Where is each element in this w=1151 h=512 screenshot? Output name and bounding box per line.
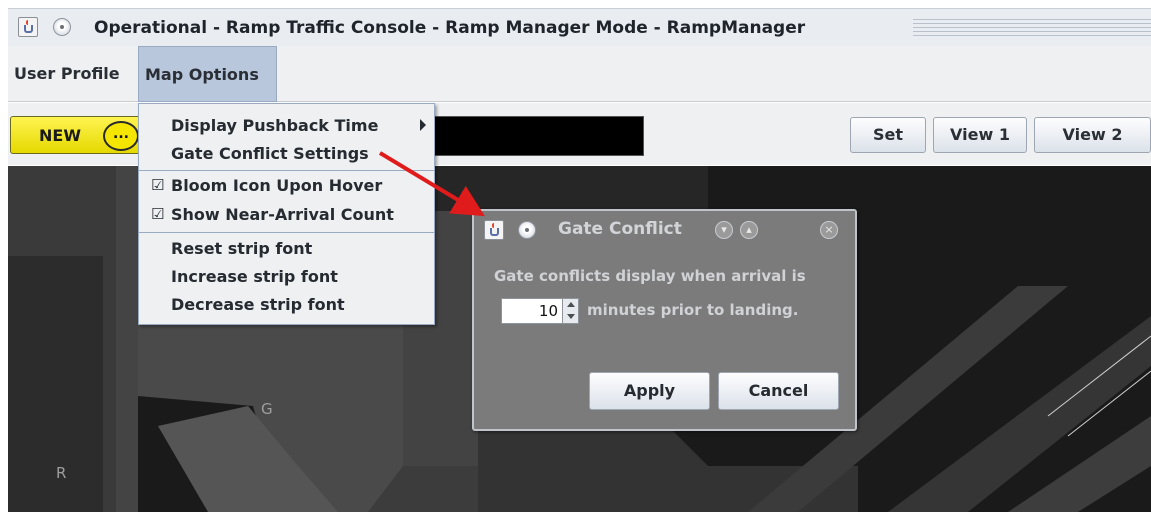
menu-separator (139, 232, 434, 233)
menu-item-gate-conflict-settings[interactable]: Gate Conflict Settings (139, 142, 434, 167)
menubar: User Profile Map Options (8, 46, 1151, 102)
new-button-label: NEW (39, 126, 81, 145)
menu-item-label: Decrease strip font (171, 295, 345, 314)
spinner-up-icon[interactable] (567, 302, 575, 307)
titlebar-grip (913, 19, 1151, 37)
menu-item-label: Reset strip font (171, 239, 313, 258)
close-icon[interactable]: × (820, 221, 838, 239)
menu-user-profile[interactable]: User Profile (8, 46, 126, 102)
spinner-arrows[interactable] (562, 299, 578, 323)
dialog-menu-icon[interactable] (518, 221, 536, 239)
window-titlebar: Operational - Ramp Traffic Console - Ram… (8, 8, 1151, 46)
maximize-icon[interactable]: ▴ (740, 221, 758, 239)
map-options-dropdown: Display Pushback Time Gate Conflict Sett… (138, 103, 435, 325)
minimize-icon[interactable]: ▾ (715, 221, 733, 239)
checkbox-checked-icon: ☑ (151, 205, 165, 223)
flight-search-field[interactable] (432, 116, 644, 156)
cancel-button[interactable]: Cancel (718, 372, 839, 410)
menu-map-options[interactable]: Map Options (138, 46, 277, 102)
menu-separator (139, 170, 434, 171)
dialog-message: Gate conflicts display when arrival is (494, 267, 806, 285)
dialog-titlebar: Gate Conflict ▾ ▴ × (474, 211, 855, 249)
menu-item-show-near-arrival-count[interactable]: ☑ Show Near-Arrival Count (139, 203, 434, 228)
menu-item-increase-strip-font[interactable]: Increase strip font (139, 265, 434, 290)
minutes-spinner[interactable]: 10 (501, 298, 579, 324)
menu-item-label: Bloom Icon Upon Hover (171, 176, 383, 195)
menu-item-bloom-icon-upon-hover[interactable]: ☑ Bloom Icon Upon Hover (139, 174, 434, 199)
gate-conflict-dialog: Gate Conflict ▾ ▴ × Gate conflicts displ… (472, 209, 857, 431)
view-2-button[interactable]: View 2 (1034, 117, 1151, 153)
new-more-button[interactable]: ... (103, 121, 139, 151)
dialog-message-suffix: minutes prior to landing. (587, 301, 799, 319)
menu-item-label: Show Near-Arrival Count (171, 205, 394, 224)
submenu-arrow-icon (420, 119, 426, 131)
spinner-down-icon[interactable] (567, 314, 575, 319)
gate-label-r: R (56, 464, 67, 482)
apply-button[interactable]: Apply (589, 372, 710, 410)
view-1-button[interactable]: View 1 (933, 117, 1027, 153)
menu-item-label: Gate Conflict Settings (171, 144, 369, 163)
new-button[interactable]: NEW ... (10, 116, 152, 154)
minutes-value[interactable]: 10 (539, 302, 558, 320)
window-menu-icon[interactable] (53, 18, 71, 36)
checkbox-checked-icon: ☑ (151, 176, 165, 194)
menu-item-label: Increase strip font (171, 267, 338, 286)
set-button[interactable]: Set (850, 117, 926, 153)
window-title: Operational - Ramp Traffic Console - Ram… (94, 18, 806, 38)
java-app-icon (484, 220, 504, 240)
menu-item-label: Display Pushback Time (171, 116, 379, 135)
menu-item-reset-strip-font[interactable]: Reset strip font (139, 237, 434, 262)
java-app-icon (18, 17, 38, 37)
gate-label-g: G (261, 400, 273, 418)
menu-item-decrease-strip-font[interactable]: Decrease strip font (139, 293, 434, 318)
dialog-title: Gate Conflict (558, 219, 682, 239)
menu-item-display-pushback-time[interactable]: Display Pushback Time (139, 114, 434, 139)
